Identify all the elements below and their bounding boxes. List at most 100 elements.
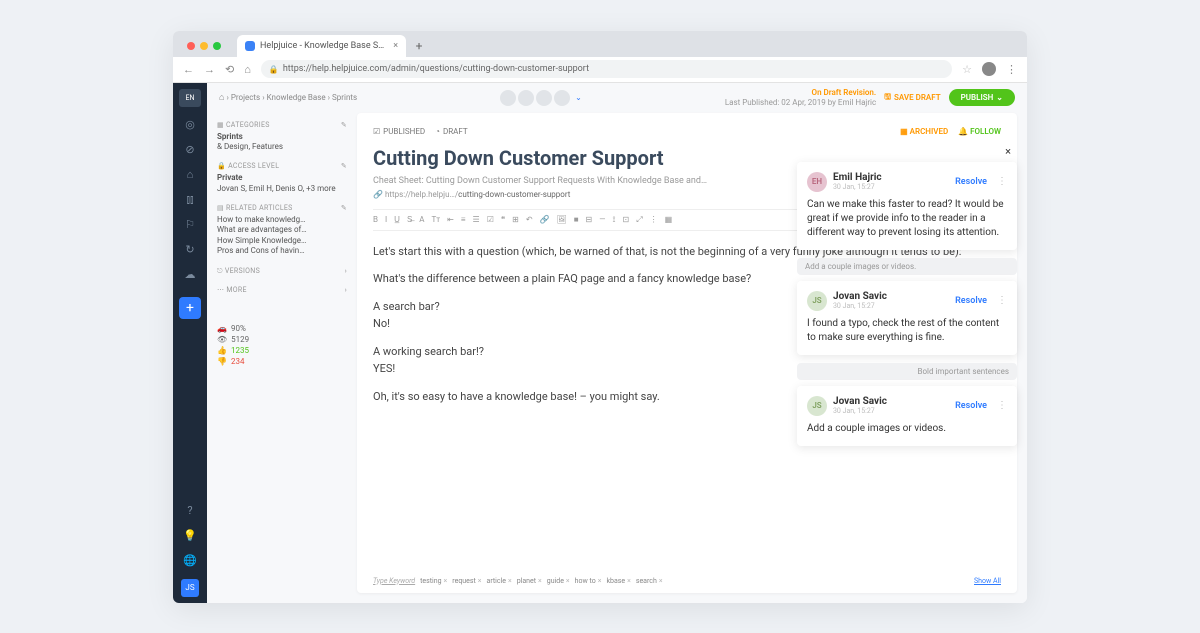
users-icon[interactable]: ⚐ [183, 218, 197, 232]
color-icon[interactable]: A [419, 215, 424, 225]
help-icon[interactable]: ? [183, 504, 197, 518]
save-draft-button[interactable]: 🖫 SAVE DRAFT [884, 91, 940, 105]
tag-item[interactable]: guide × [547, 577, 570, 585]
video-icon[interactable]: ■ [574, 215, 579, 225]
more-menu-icon[interactable]: ⋮ [1006, 63, 1017, 76]
source-icon[interactable]: ▦ [665, 215, 673, 225]
avatar: JS [807, 291, 827, 311]
type-keyword-label[interactable]: Type Keyword [373, 577, 415, 585]
comment-more-icon[interactable]: ⋮ [997, 295, 1007, 306]
comments-panel: × EH Emil Hajric 30 Jan, 15:27 Resolve ⋮… [797, 145, 1017, 454]
analytics-icon[interactable]: ⫾⫾ [183, 193, 197, 207]
tag-item[interactable]: article × [487, 577, 512, 585]
bold-icon[interactable]: B [373, 215, 378, 225]
ghost-comment: Bold important sentences [797, 363, 1017, 380]
cloud-icon[interactable]: ☁ [183, 268, 197, 282]
breadcrumb-home-icon[interactable]: ⌂ [219, 92, 224, 103]
comment-time: 30 Jan, 15:27 [833, 302, 887, 310]
tag-item[interactable]: search × [636, 577, 663, 585]
content-area: ⌂ ›Projects ›Knowledge Base ›Sprints ⌄ O… [207, 83, 1027, 603]
dashboard-icon[interactable]: ◎ [183, 118, 197, 132]
home-rail-icon[interactable]: ⌂ [183, 168, 197, 182]
chevron-down-icon[interactable]: ⌄ [575, 93, 582, 102]
side-access[interactable]: 🔒 ACCESS LEVEL✎ PrivateJovan S, Emil H, … [217, 162, 347, 194]
comment-more-icon[interactable]: ⋮ [997, 176, 1007, 187]
side-related[interactable]: ▤ RELATED ARTICLES✎ How to make knowledg… [217, 204, 347, 257]
close-window-icon[interactable] [187, 42, 195, 50]
align-icon[interactable]: ≡ [461, 215, 466, 225]
reload-icon[interactable]: ⟲ [225, 63, 234, 76]
star-icon[interactable]: ☆ [962, 63, 972, 76]
underline-icon[interactable]: U̲ [394, 215, 400, 225]
format-icon[interactable]: Tт [432, 215, 441, 225]
crumb-projects[interactable]: Projects [231, 93, 260, 102]
add-button[interactable]: + [179, 297, 201, 319]
side-categories[interactable]: ▦ CATEGORIES✎ Sprints& Design, Features [217, 121, 347, 153]
comment-card[interactable]: EH Emil Hajric 30 Jan, 15:27 Resolve ⋮ C… [797, 162, 1017, 250]
fullscreen-icon[interactable]: ⤢ [636, 215, 642, 225]
archived-button[interactable]: ▦ ARCHIVED [900, 127, 948, 136]
resolve-button[interactable]: Resolve [955, 401, 987, 411]
tag-item[interactable]: planet × [517, 577, 542, 585]
indent-icon[interactable]: ⇤ [447, 215, 454, 225]
edit-icon[interactable]: ✎ [341, 204, 347, 212]
checklist-icon[interactable]: ☑ [487, 215, 494, 225]
window-controls[interactable] [183, 42, 221, 57]
tag-item[interactable]: request × [452, 577, 481, 585]
browser-tab[interactable]: Helpjuice - Knowledge Base S… × [237, 35, 406, 57]
draft-toggle[interactable]: ◔DRAFT [435, 127, 468, 136]
comment-card[interactable]: JS Jovan Savic 30 Jan, 15:27 Resolve ⋮ I… [797, 281, 1017, 355]
code-icon[interactable]: ⊞ [512, 215, 519, 225]
publish-button[interactable]: PUBLISH ⌄ [949, 89, 1015, 106]
comment-card[interactable]: JS Jovan Savic 30 Jan, 15:27 Resolve ⋮ A… [797, 386, 1017, 446]
profile-avatar[interactable] [982, 62, 996, 76]
table-icon[interactable]: ⊟ [586, 215, 593, 225]
quote-icon[interactable]: ❝ [501, 215, 505, 225]
compass-icon[interactable]: ⊘ [183, 143, 197, 157]
link-icon[interactable]: 🔗 [540, 215, 550, 225]
activity-icon[interactable]: ↻ [183, 243, 197, 257]
edit-icon[interactable]: ✎ [341, 121, 347, 129]
new-tab-button[interactable]: + [410, 39, 428, 57]
italic-icon[interactable]: I [385, 215, 387, 225]
tag-item[interactable]: kbase × [606, 577, 630, 585]
rail-user-avatar[interactable]: JS [181, 579, 199, 597]
comment-more-icon[interactable]: ⋮ [997, 400, 1007, 411]
minimize-window-icon[interactable] [200, 42, 208, 50]
side-more[interactable]: ⋯ MORE› [217, 286, 347, 294]
show-all-tags[interactable]: Show All [974, 577, 1001, 585]
forward-icon[interactable]: → [204, 63, 215, 76]
status-info: On Draft Revision. Last Published: 02 Ap… [725, 88, 876, 107]
resolve-button[interactable]: Resolve [955, 296, 987, 306]
breadcrumb[interactable]: ⌂ ›Projects ›Knowledge Base ›Sprints [219, 92, 357, 103]
language-selector[interactable]: EN [179, 89, 201, 107]
back-icon[interactable]: ← [183, 63, 194, 76]
follow-button[interactable]: 🔔 FOLLOW [958, 127, 1001, 136]
hr-icon[interactable]: — [599, 215, 605, 225]
collab-avatars[interactable]: ⌄ [357, 90, 725, 106]
crumb-kb[interactable]: Knowledge Base [267, 93, 326, 102]
globe-icon[interactable]: 🌐 [183, 554, 197, 568]
undo-icon[interactable]: ↶ [526, 215, 533, 225]
crumb-sprints[interactable]: Sprints [332, 93, 357, 102]
published-toggle[interactable]: ☑PUBLISHED [373, 127, 425, 136]
more3-icon[interactable]: ⋮ [650, 215, 658, 225]
resolve-button[interactable]: Resolve [955, 177, 987, 187]
more1-icon[interactable]: ⟟ [613, 215, 616, 225]
side-versions[interactable]: ⎋ VERSIONS› [217, 267, 347, 276]
close-tab-icon[interactable]: × [393, 41, 398, 51]
thumbs-up-icon: 👍 [217, 346, 227, 355]
home-icon[interactable]: ⌂ [244, 63, 251, 76]
list-icon[interactable]: ☰ [473, 215, 480, 225]
idea-icon[interactable]: 💡 [183, 529, 197, 543]
strike-icon[interactable]: S̶ [407, 215, 412, 225]
maximize-window-icon[interactable] [213, 42, 221, 50]
url-field[interactable]: 🔒 https://help.helpjuice.com/admin/quest… [261, 60, 952, 78]
image-icon[interactable]: 🖼 [557, 215, 567, 225]
tag-item[interactable]: testing × [420, 577, 447, 585]
edit-icon[interactable]: ✎ [341, 162, 347, 170]
tag-item[interactable]: how to × [575, 577, 602, 585]
close-comments-icon[interactable]: × [797, 145, 1017, 162]
more2-icon[interactable]: ⊡ [622, 215, 629, 225]
browser-window: Helpjuice - Knowledge Base S… × + ← → ⟲ … [173, 31, 1027, 603]
